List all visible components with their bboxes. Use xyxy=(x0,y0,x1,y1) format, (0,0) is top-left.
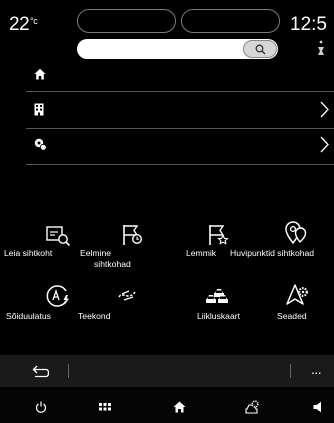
previous-destinations-icon xyxy=(123,225,143,245)
home-icon xyxy=(34,68,46,80)
status-pill-right[interactable] xyxy=(181,9,280,33)
chevron-right-icon xyxy=(320,101,329,118)
route-icon xyxy=(118,290,136,301)
settings-car-icon[interactable] xyxy=(244,400,260,414)
temperature-unit: °c xyxy=(30,16,38,26)
traffic-map-label: Liikluskaart xyxy=(197,311,240,321)
back-icon[interactable] xyxy=(32,365,50,378)
poi-icon xyxy=(285,221,307,245)
status-pill-left[interactable] xyxy=(77,9,176,33)
divider xyxy=(26,164,334,165)
settings-icon xyxy=(286,284,308,305)
traffic-map-icon xyxy=(206,289,228,303)
clock: 12:5 xyxy=(290,14,327,35)
power-icon[interactable] xyxy=(35,401,47,413)
charging-route-label: Sõiduulatus xyxy=(6,311,51,321)
menu-row-recent[interactable] xyxy=(26,130,333,160)
search-icon xyxy=(255,44,266,55)
charging-route-icon xyxy=(46,285,69,307)
find-destination-tile[interactable] xyxy=(42,224,74,250)
favorites-icon xyxy=(209,225,229,245)
favorites-tile[interactable] xyxy=(203,222,233,250)
temperature-value: 22 xyxy=(9,14,30,35)
traffic-map-tile[interactable] xyxy=(203,283,233,309)
temperature-display: 22°c xyxy=(9,14,38,36)
back-bar: ... xyxy=(0,355,334,387)
chevron-right-icon xyxy=(320,136,329,153)
volume-icon[interactable] xyxy=(313,401,323,413)
previous-destinations-label-line2: sihtkohad xyxy=(94,259,131,269)
separator xyxy=(68,364,69,378)
menu-row-work[interactable] xyxy=(26,95,333,125)
settings-tile[interactable] xyxy=(282,282,312,310)
more-options-button[interactable]: ... xyxy=(311,361,322,377)
divider xyxy=(26,91,334,92)
settings-label: Seaded xyxy=(277,311,307,321)
apps-grid-icon[interactable] xyxy=(99,403,111,411)
poi-label: Huvipunktid sihtkohad xyxy=(230,248,315,258)
route-tile[interactable] xyxy=(112,284,142,308)
previous-destinations-tile[interactable] xyxy=(117,222,147,250)
find-destination-label: Leia sihtkoht xyxy=(4,248,53,258)
poi-tile[interactable] xyxy=(282,221,312,249)
separator xyxy=(290,364,291,378)
recent-destination-icon xyxy=(34,138,47,151)
previous-destinations-label-line1: Eelmine xyxy=(80,248,112,258)
route-label: Teekond xyxy=(78,311,111,321)
home-icon[interactable] xyxy=(173,401,186,413)
menu-row-home[interactable] xyxy=(26,60,333,90)
search-button[interactable] xyxy=(243,40,277,58)
favorites-label: Lemmik xyxy=(186,248,217,258)
find-destination-icon xyxy=(46,226,71,247)
destination-flag-icon[interactable] xyxy=(316,39,326,62)
building-icon xyxy=(34,103,44,116)
charging-route-tile[interactable] xyxy=(44,283,74,311)
divider xyxy=(26,128,334,129)
bottom-nav-bar xyxy=(0,390,334,423)
